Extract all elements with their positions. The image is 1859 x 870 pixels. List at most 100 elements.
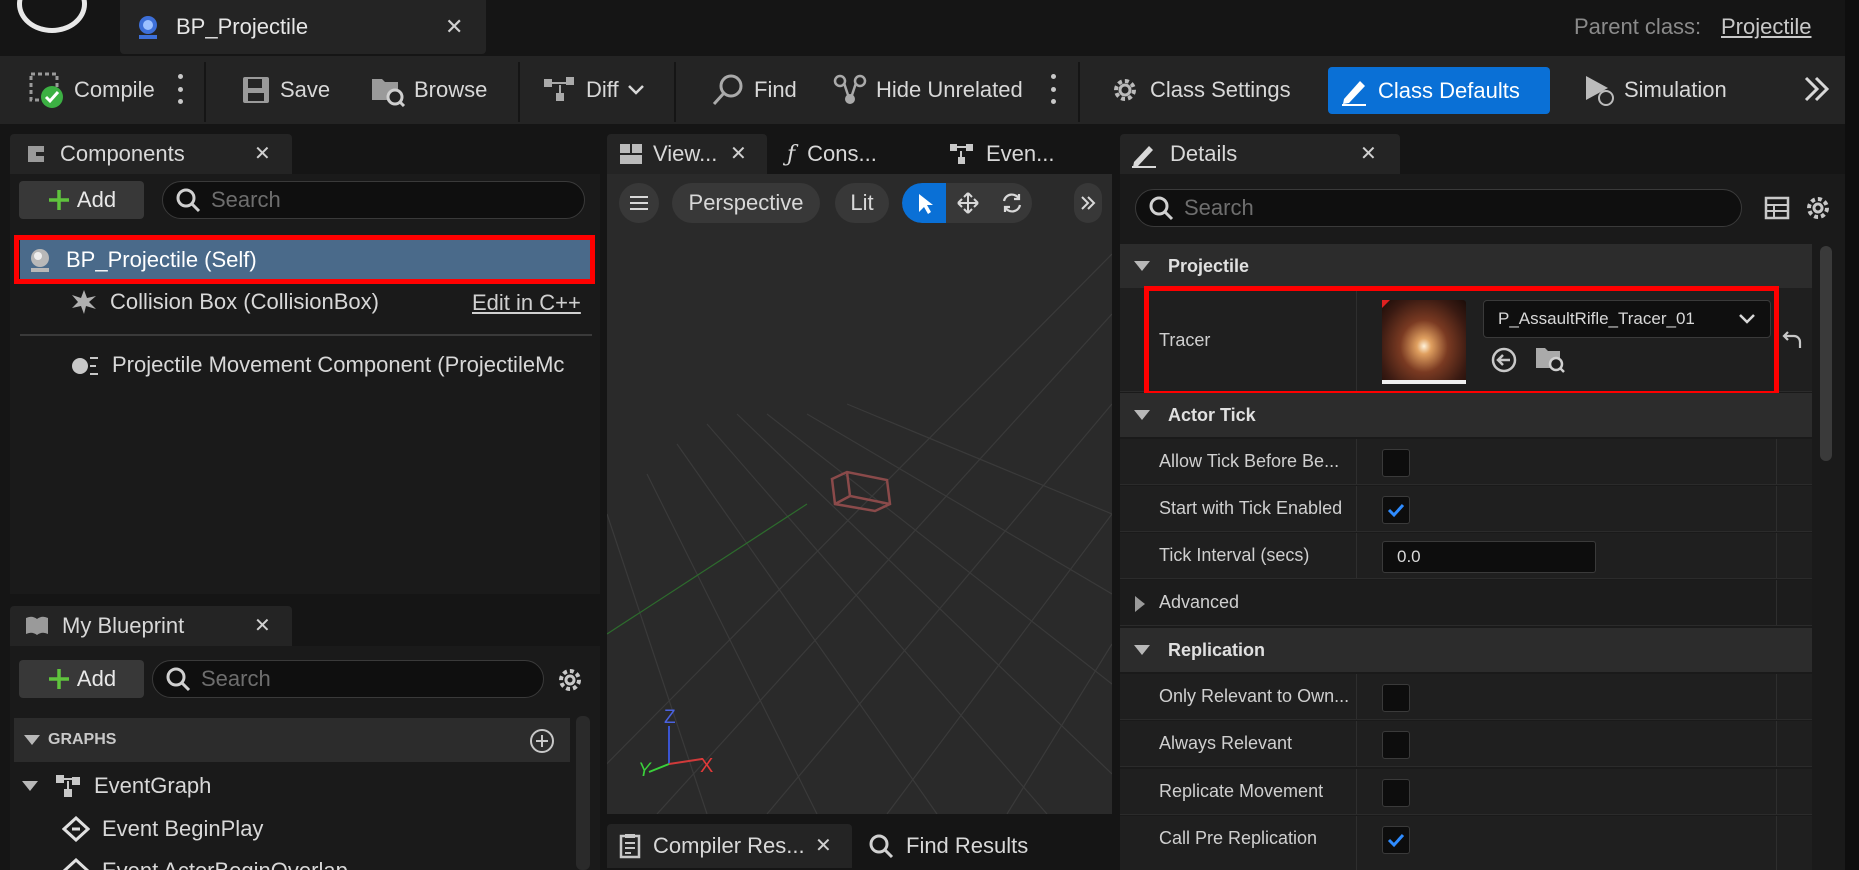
table-view-icon[interactable] xyxy=(1764,195,1790,221)
collapse-triangle-icon xyxy=(22,781,38,791)
viewport-grid-icon xyxy=(619,143,643,165)
close-icon[interactable]: ✕ xyxy=(254,141,271,166)
close-icon[interactable]: ✕ xyxy=(1360,141,1377,166)
diff-button[interactable]: Diff xyxy=(536,68,651,112)
advanced-row[interactable]: Advanced xyxy=(1120,580,1812,626)
collapse-triangle-icon xyxy=(1134,410,1150,420)
reset-to-default-icon[interactable] xyxy=(1780,330,1804,352)
graph-options-kebab-icon[interactable] xyxy=(1051,74,1057,104)
replication-category[interactable]: Replication xyxy=(1120,628,1812,672)
graphs-header-label: GRAPHS xyxy=(48,731,117,748)
collapse-triangle-icon xyxy=(1134,261,1150,271)
add-graph-plus-circle-icon[interactable] xyxy=(528,727,556,755)
perspective-button[interactable]: Perspective xyxy=(672,183,820,223)
projectile-category[interactable]: Projectile xyxy=(1120,244,1812,288)
chevron-down-icon xyxy=(627,84,645,96)
viewport[interactable] xyxy=(607,174,1112,814)
close-icon[interactable]: ✕ xyxy=(254,613,271,638)
graph-item-actor-begin-overlap[interactable]: Event ActorBeginOverlap xyxy=(62,858,348,870)
compile-options-kebab-icon[interactable] xyxy=(178,74,184,104)
double-chevron-right-icon xyxy=(1080,195,1096,211)
find-results-label: Find Results xyxy=(906,833,1029,858)
close-icon[interactable]: ✕ xyxy=(815,833,832,858)
components-search[interactable] xyxy=(162,181,585,219)
compiler-results-icon xyxy=(619,833,641,859)
my-blueprint-search-input[interactable] xyxy=(201,666,543,692)
edit-pencil-icon xyxy=(1338,75,1370,107)
only-relevant-checkbox[interactable] xyxy=(1382,684,1410,712)
close-icon[interactable]: ✕ xyxy=(730,141,747,166)
parent-class-link[interactable]: Projectile xyxy=(1721,14,1811,40)
class-defaults-button[interactable]: Class Defaults xyxy=(1328,67,1550,114)
toolbar-overflow-chevron-icon[interactable] xyxy=(1802,74,1832,104)
details-scrollbar[interactable] xyxy=(1820,246,1832,461)
save-button[interactable]: Save xyxy=(234,68,336,112)
blueprint-icon xyxy=(134,13,162,41)
save-icon xyxy=(240,74,272,106)
add-component-button[interactable]: Add xyxy=(19,181,144,219)
allow-tick-checkbox[interactable] xyxy=(1382,449,1410,477)
component-collision-box[interactable]: Collision Box (CollisionBox) xyxy=(70,288,379,316)
viewport-overflow-button[interactable] xyxy=(1074,183,1102,223)
details-search-input[interactable] xyxy=(1184,195,1741,221)
checkmark-icon xyxy=(1387,833,1405,848)
add-label: Add xyxy=(76,187,117,212)
tick-interval-label: Tick Interval (secs) xyxy=(1159,545,1310,565)
gear-icon[interactable] xyxy=(555,665,585,695)
event-overlap-label: Event ActorBeginOverlap xyxy=(102,858,348,870)
edit-in-cpp-link[interactable]: Edit in C++ xyxy=(472,290,581,316)
close-icon[interactable]: ✕ xyxy=(445,14,463,40)
graph-item-beginplay[interactable]: Event BeginPlay xyxy=(62,816,263,842)
my-blueprint-search[interactable] xyxy=(152,660,544,698)
components-search-input[interactable] xyxy=(211,187,584,213)
save-label: Save xyxy=(280,77,331,102)
graph-item-eventgraph[interactable]: EventGraph xyxy=(18,773,211,799)
browse-label: Browse xyxy=(414,77,488,102)
hide-unrelated-button[interactable]: Hide Unrelated xyxy=(826,68,1029,112)
tab-details[interactable]: Details xyxy=(1120,134,1400,174)
lit-button[interactable]: Lit xyxy=(835,183,889,223)
call-pre-replication-checkbox[interactable] xyxy=(1382,826,1410,854)
cursor-arrow-icon xyxy=(916,192,936,216)
components-tab-label: Components xyxy=(60,141,185,166)
movement-component-icon xyxy=(70,352,100,378)
replicate-movement-row: Replicate Movement xyxy=(1120,769,1812,815)
browse-button[interactable]: Browse xyxy=(364,68,493,112)
graphs-section-header[interactable]: GRAPHS xyxy=(14,718,570,762)
edit-pencil-icon xyxy=(1130,140,1158,168)
hide-unrelated-label: Hide Unrelated xyxy=(876,77,1023,102)
event-node-icon xyxy=(62,816,90,842)
details-tab-label: Details xyxy=(1170,141,1238,166)
construction-tab-label: Cons... xyxy=(807,141,877,166)
function-icon: ƒ xyxy=(787,141,796,167)
tab-event-graph[interactable]: Even... xyxy=(940,134,1100,174)
find-button[interactable]: Find xyxy=(704,68,803,112)
always-relevant-checkbox[interactable] xyxy=(1382,731,1410,759)
event-graph-icon xyxy=(54,773,82,799)
tab-construction-script[interactable]: ƒ Cons... xyxy=(777,134,932,174)
my-blueprint-tab-label: My Blueprint xyxy=(62,613,185,638)
simulation-button[interactable]: Simulation xyxy=(1574,68,1733,112)
my-blueprint-scrollbar[interactable] xyxy=(576,716,590,870)
gear-icon[interactable] xyxy=(1804,194,1832,222)
search-icon xyxy=(1148,195,1174,221)
call-pre-replication-row: Call Pre Replication xyxy=(1120,816,1812,870)
tab-my-blueprint[interactable]: My Blueprint xyxy=(10,606,292,646)
replicate-movement-checkbox[interactable] xyxy=(1382,779,1410,807)
start-tick-checkbox[interactable] xyxy=(1382,496,1410,524)
details-search[interactable] xyxy=(1135,189,1742,227)
actor-tick-category[interactable]: Actor Tick xyxy=(1120,393,1812,437)
compile-button[interactable]: Compile xyxy=(22,68,161,112)
rotate-tool-icon[interactable] xyxy=(1000,191,1024,215)
tab-components[interactable]: Components xyxy=(10,134,292,174)
class-settings-button[interactable]: Class Settings xyxy=(1102,68,1297,112)
move-tool-icon[interactable] xyxy=(956,191,980,215)
tab-find-results[interactable]: Find Results xyxy=(862,824,1072,868)
hide-unrelated-icon xyxy=(832,73,868,107)
viewport-menu-button[interactable] xyxy=(619,183,659,223)
add-member-button[interactable]: Add xyxy=(19,660,144,698)
search-icon xyxy=(165,666,191,692)
tick-interval-input[interactable]: 0.0 xyxy=(1382,541,1596,573)
class-settings-label: Class Settings xyxy=(1150,77,1291,102)
component-projectile-movement[interactable]: Projectile Movement Component (Projectil… xyxy=(70,352,594,378)
